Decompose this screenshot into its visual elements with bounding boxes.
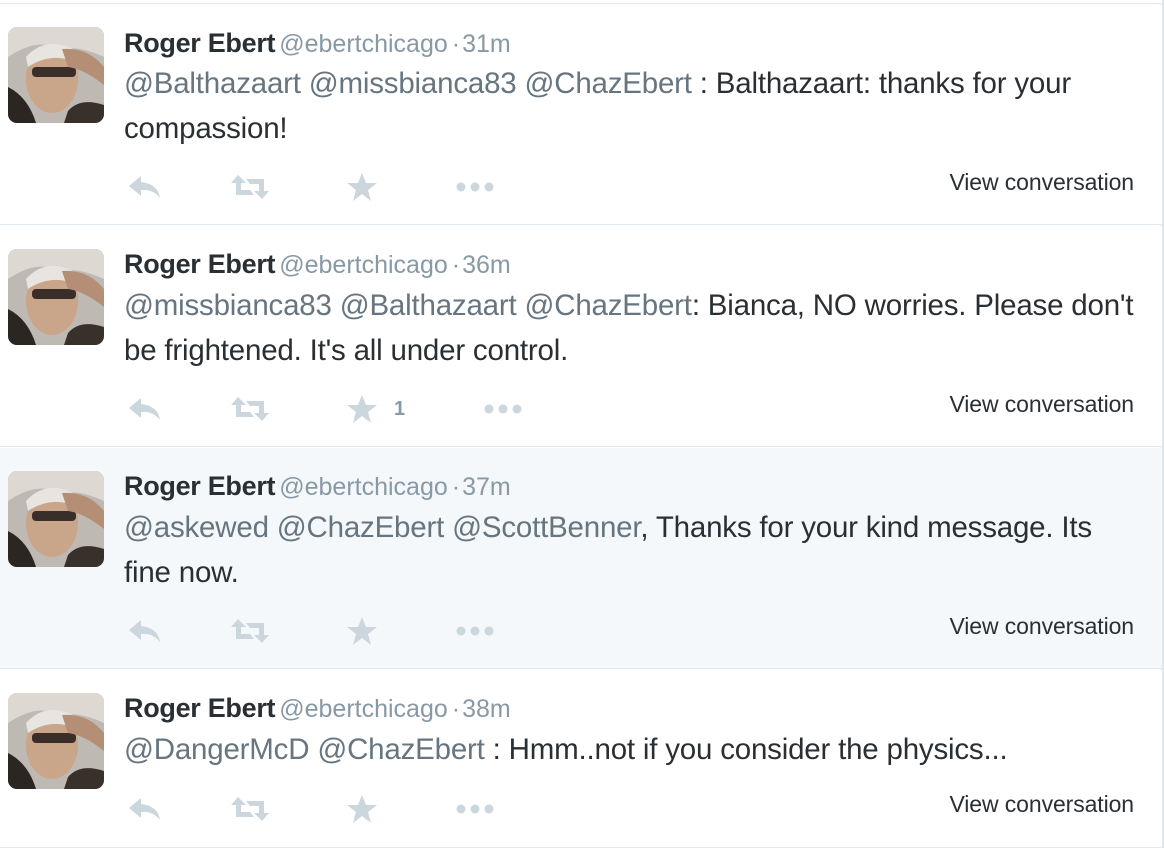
tweet-header: Roger Ebert @ebertchicago ·31m	[124, 28, 511, 62]
reply-button[interactable]	[127, 611, 163, 651]
retweet-icon	[231, 619, 269, 643]
tweet-mentions[interactable]: @DangerMcD @ChazEbert	[124, 733, 485, 766]
view-conversation-link[interactable]: View conversation	[949, 791, 1134, 818]
more-button[interactable]	[456, 167, 494, 207]
more-dots-icon	[456, 182, 494, 192]
tweet-actions: View conversation	[124, 789, 1134, 829]
favorite-button[interactable]	[346, 167, 394, 207]
tweet-actions: 1 View conversation	[124, 389, 1134, 429]
favorite-button[interactable]	[346, 789, 394, 829]
tweet[interactable]: Roger Ebert @ebertchicago ·36m @missbianca…	[0, 226, 1162, 447]
tweet-text: @DangerMcD @ChazEbert : Hmm..not if you …	[124, 727, 1144, 772]
avatar[interactable]	[8, 471, 104, 567]
timeline-top-edge	[0, 0, 1162, 4]
tweet-author-name[interactable]: Roger Ebert	[124, 249, 276, 279]
favorite-count: 1	[394, 397, 406, 420]
tweet-header: Roger Ebert @ebertchicago ·38m	[124, 693, 511, 727]
star-icon	[347, 395, 377, 423]
tweet-text: @Balthazaart @missbianca83 @ChazEbert : …	[124, 61, 1144, 151]
tweet-timestamp[interactable]: 31m	[462, 30, 511, 58]
retweet-icon	[231, 797, 269, 821]
favorite-button[interactable]	[346, 611, 394, 651]
retweet-button[interactable]	[230, 389, 270, 429]
favorite-button[interactable]: 1	[346, 389, 405, 429]
avatar[interactable]	[8, 693, 104, 789]
tweet-header: Roger Ebert @ebertchicago ·36m	[124, 249, 511, 283]
more-dots-icon	[484, 404, 522, 414]
separator-dot: ·	[451, 473, 461, 501]
more-dots-icon	[456, 804, 494, 814]
view-conversation-link[interactable]: View conversation	[949, 613, 1134, 640]
more-button[interactable]	[484, 389, 522, 429]
tweet-text: @askewed @ChazEbert @ScottBenner, Thanks…	[124, 505, 1144, 595]
tweet-mentions[interactable]: @Balthazaart @missbianca83 @ChazEbert	[124, 67, 692, 100]
avatar[interactable]	[8, 27, 104, 123]
reply-button[interactable]	[127, 789, 163, 829]
timeline: Roger Ebert @ebertchicago ·31m @Balthazaar…	[0, 0, 1162, 848]
tweet-author-username[interactable]: @ebertchicago	[279, 473, 448, 501]
tweet-timestamp[interactable]: 36m	[462, 251, 511, 279]
tweet-author-username[interactable]: @ebertchicago	[279, 251, 448, 279]
separator-dot: ·	[451, 251, 461, 279]
tweet-author-username[interactable]: @ebertchicago	[279, 30, 448, 58]
retweet-button[interactable]	[230, 611, 270, 651]
reply-icon	[129, 398, 160, 420]
reply-icon	[129, 176, 160, 198]
reply-button[interactable]	[127, 389, 163, 429]
more-dots-icon	[456, 626, 494, 636]
tweet[interactable]: Roger Ebert @ebertchicago ·38m @DangerMcD …	[0, 670, 1162, 848]
separator-dot: ·	[451, 30, 461, 58]
retweet-button[interactable]	[230, 789, 270, 829]
star-icon	[347, 617, 377, 645]
reply-button[interactable]	[127, 167, 163, 207]
tweet-actions: View conversation	[124, 167, 1134, 207]
tweet-author-name[interactable]: Roger Ebert	[124, 28, 276, 58]
star-icon	[347, 173, 377, 201]
view-conversation-link[interactable]: View conversation	[949, 169, 1134, 196]
tweet[interactable]: Roger Ebert @ebertchicago ·37m @askewed @C…	[0, 448, 1162, 669]
retweet-button[interactable]	[230, 167, 270, 207]
more-button[interactable]	[456, 611, 494, 651]
more-button[interactable]	[456, 789, 494, 829]
star-icon	[347, 795, 377, 823]
tweet-timestamp[interactable]: 37m	[462, 473, 511, 501]
tweet-text-body: : Hmm..not if you consider the physics..…	[484, 733, 1008, 766]
tweet-text: @missbianca83 @Balthazaart @ChazEbert: B…	[124, 283, 1144, 373]
separator-dot: ·	[451, 695, 461, 723]
tweet-timestamp[interactable]: 38m	[462, 695, 511, 723]
retweet-icon	[231, 175, 269, 199]
retweet-icon	[231, 397, 269, 421]
tweet-mentions[interactable]: @askewed @ChazEbert @ScottBenner	[124, 511, 641, 544]
avatar[interactable]	[8, 249, 104, 345]
tweet-author-name[interactable]: Roger Ebert	[124, 471, 276, 501]
tweet[interactable]: Roger Ebert @ebertchicago ·31m @Balthazaar…	[0, 5, 1162, 225]
reply-icon	[129, 798, 160, 820]
tweet-header: Roger Ebert @ebertchicago ·37m	[124, 471, 511, 505]
view-conversation-link[interactable]: View conversation	[949, 391, 1134, 418]
tweet-author-name[interactable]: Roger Ebert	[124, 693, 276, 723]
tweet-actions: View conversation	[124, 611, 1134, 651]
tweet-author-username[interactable]: @ebertchicago	[279, 695, 448, 723]
tweet-mentions[interactable]: @missbianca83 @Balthazaart @ChazEbert	[124, 289, 692, 322]
reply-icon	[129, 620, 160, 642]
